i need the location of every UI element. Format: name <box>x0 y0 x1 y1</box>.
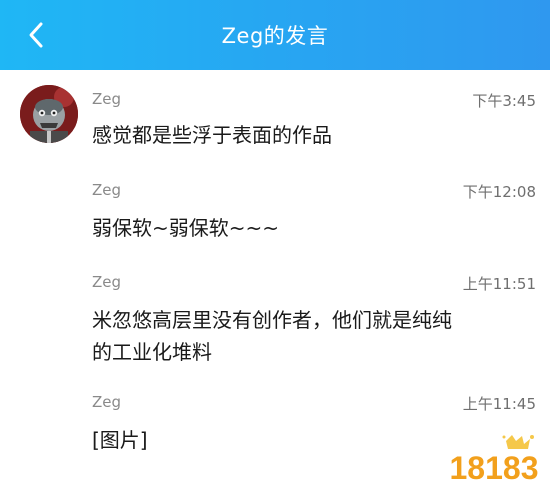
watermark-text: 18183 <box>450 450 539 486</box>
sender-name[interactable]: Zeg <box>92 90 121 108</box>
sender-name[interactable]: Zeg <box>92 181 121 199</box>
list-item: Zeg 上午11:51 米忽悠高层里没有创作者，他们就是纯纯 的工业化堆料 <box>92 273 536 373</box>
sender-name[interactable]: Zeg <box>92 273 121 291</box>
message-time: 上午11:51 <box>462 275 536 293</box>
message-time: 下午12:08 <box>462 183 536 201</box>
message-text-line: 的工业化堆料 <box>92 340 212 364</box>
crown-icon <box>502 435 534 449</box>
list-item: Zeg 下午3:45 感觉都是些浮于表面的作品 <box>92 90 536 150</box>
avatar[interactable] <box>20 85 78 143</box>
chevron-left-icon <box>29 22 43 48</box>
message-text: 感觉都是些浮于表面的作品 <box>92 123 332 147</box>
message-text-line: 米忽悠高层里没有创作者，他们就是纯纯 <box>92 308 452 332</box>
page-title: Zeg的发言 <box>221 24 329 48</box>
back-button[interactable] <box>18 17 54 53</box>
message-time: 上午11:45 <box>462 395 536 413</box>
message-text: 弱保软~弱保软~~~ <box>92 216 280 240</box>
image-placeholder-link[interactable]: [图片] <box>92 425 148 455</box>
message-time: 下午3:45 <box>472 92 536 110</box>
sender-name[interactable]: Zeg <box>92 393 121 411</box>
top-bar: Zeg的发言 <box>0 0 550 70</box>
watermark-logo: 18183 <box>446 433 542 487</box>
list-item: Zeg 下午12:08 弱保软~弱保软~~~ <box>92 181 536 241</box>
